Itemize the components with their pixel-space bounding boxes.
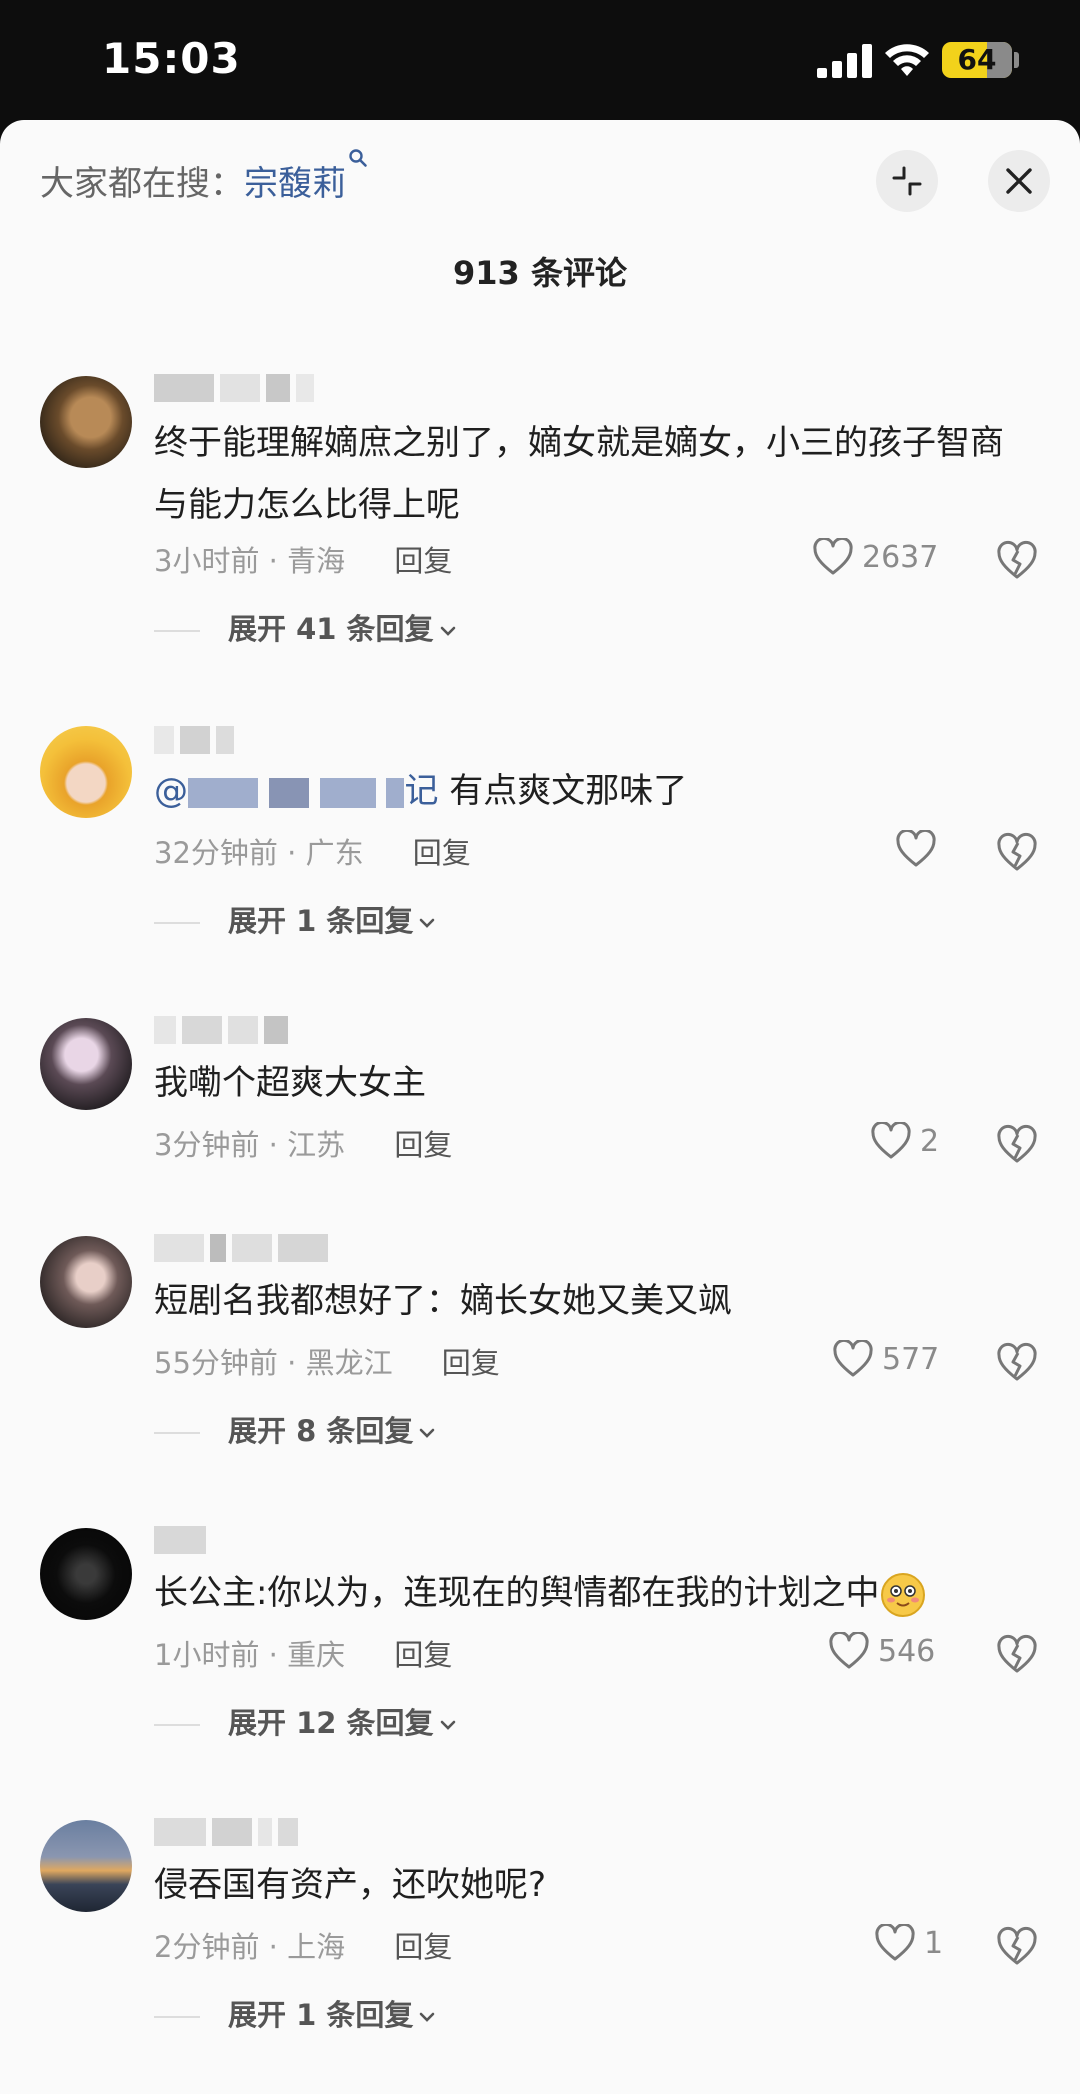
username-blurred[interactable]: [154, 1234, 334, 1274]
expand-replies[interactable]: 展开 12 条回复: [154, 1700, 458, 1742]
chevron-down-icon: [420, 918, 435, 928]
comment-meta: 1小时前 · 重庆 回复: [154, 1638, 453, 1672]
battery-level: 64: [957, 43, 997, 76]
avatar[interactable]: [40, 1018, 132, 1110]
expand-replies[interactable]: 展开 41 条回复: [154, 606, 458, 648]
comment-meta: 3分钟前 · 江苏 回复: [154, 1128, 453, 1162]
expand-replies[interactable]: 展开 1 条回复: [154, 898, 437, 940]
comment-location: 重庆: [287, 1638, 346, 1672]
comment-meta: 55分钟前 · 黑龙江 回复: [154, 1346, 500, 1380]
comment-time: 3分钟前: [154, 1128, 260, 1162]
search-icon: [349, 149, 367, 167]
comment-time: 32分钟前: [154, 836, 278, 870]
status-bar: 15:03 64: [0, 0, 1080, 120]
avatar[interactable]: [40, 376, 132, 468]
like-count: 2: [920, 1123, 940, 1159]
like-button[interactable]: [895, 830, 937, 868]
collapse-button[interactable]: [876, 150, 938, 212]
reply-button[interactable]: 回复: [442, 1346, 500, 1380]
chevron-down-icon: [420, 1428, 435, 1438]
comment-location: 青海: [287, 544, 346, 578]
like-count: 2637: [862, 539, 939, 575]
comment-count: 913 条评论: [453, 254, 627, 292]
avatar[interactable]: [40, 1820, 132, 1912]
heart-icon: [875, 1924, 915, 1961]
trending-search-keyword[interactable]: 宗馥莉: [244, 164, 346, 204]
username-blurred[interactable]: [154, 1818, 304, 1858]
dislike-icon[interactable]: [996, 1634, 1038, 1674]
comment-text: 短剧名我都想好了：嫡长女她又美又飒: [154, 1281, 732, 1321]
expand-replies[interactable]: 展开 8 条回复: [154, 1408, 437, 1450]
dislike-icon[interactable]: [996, 540, 1038, 580]
battery-icon: 64: [942, 42, 1012, 78]
trending-search[interactable]: 大家都在搜：宗馥莉: [40, 149, 368, 214]
comment-location: 江苏: [287, 1128, 346, 1162]
dislike-icon[interactable]: [996, 1124, 1038, 1164]
cellular-signal-icon: [817, 44, 872, 78]
like-button[interactable]: 2: [870, 1122, 939, 1160]
comment-text: 我嘞个超爽大女主: [154, 1063, 426, 1103]
expand-replies[interactable]: 展开 1 条回复: [154, 1992, 437, 2034]
comment-location: 广东: [305, 836, 364, 870]
comment-text: 长公主:你以为，连现在的舆情都在我的计划之中: [154, 1562, 1034, 1624]
comment-text: 终于能理解嫡庶之别了，嫡女就是嫡女，小三的孩子智商与能力怎么比得上呢: [154, 423, 1004, 525]
smile-emoji-icon: [881, 1572, 926, 1617]
username-blurred[interactable]: [154, 374, 320, 414]
like-count: 577: [882, 1341, 940, 1377]
avatar[interactable]: [40, 1236, 132, 1328]
trending-search-prefix: 大家都在搜：: [40, 164, 244, 204]
chevron-down-icon: [440, 1720, 455, 1730]
reply-button[interactable]: 回复: [394, 1128, 452, 1162]
heart-icon: [833, 1340, 873, 1377]
like-button[interactable]: 546: [828, 1632, 935, 1670]
heart-icon: [813, 538, 853, 575]
comment-sheet: 大家都在搜：宗馥莉 913 条评论 终于能理解嫡庶之别了，嫡女就是嫡女，小三的孩…: [0, 120, 1080, 2094]
comment-time: 55分钟前: [154, 1346, 278, 1380]
like-count: 1: [924, 1925, 944, 1961]
avatar[interactable]: [40, 1528, 132, 1620]
comment-time: 1小时前: [154, 1638, 260, 1672]
comment-meta: 2分钟前 · 上海 回复: [154, 1930, 453, 1964]
dislike-icon[interactable]: [996, 832, 1038, 872]
like-button[interactable]: 1: [874, 1924, 943, 1962]
comment-meta: 3小时前 · 青海 回复: [154, 544, 453, 578]
comment-location: 上海: [287, 1930, 346, 1964]
username-blurred[interactable]: [154, 1016, 294, 1056]
heart-icon: [871, 1122, 911, 1159]
chevron-down-icon: [440, 626, 455, 636]
heart-icon: [829, 1632, 869, 1669]
dislike-icon[interactable]: [996, 1926, 1038, 1966]
dislike-icon[interactable]: [996, 1342, 1038, 1382]
reply-button[interactable]: 回复: [394, 1930, 452, 1964]
collapse-icon: [892, 166, 922, 196]
status-time: 15:03: [102, 34, 241, 83]
comment-text: 侵吞国有资产，还吹她呢?: [154, 1865, 547, 1905]
wifi-icon: [885, 44, 929, 76]
comment-meta: 32分钟前 · 广东 回复: [154, 836, 471, 870]
comment-time: 2分钟前: [154, 1930, 260, 1964]
heart-icon: [896, 830, 936, 867]
like-button[interactable]: 577: [832, 1340, 939, 1378]
close-button[interactable]: [988, 150, 1050, 212]
reply-button[interactable]: 回复: [413, 836, 471, 870]
mention-link[interactable]: @ 记: [154, 771, 438, 811]
reply-button[interactable]: 回复: [394, 1638, 452, 1672]
comment-location: 黑龙江: [305, 1346, 393, 1380]
chevron-down-icon: [420, 2012, 435, 2022]
comment-text: @ 记 有点爽文那味了: [154, 771, 688, 811]
avatar[interactable]: [40, 726, 132, 818]
comment-time: 3小时前: [154, 544, 260, 578]
like-button[interactable]: 2637: [812, 538, 938, 576]
username-blurred[interactable]: [154, 1526, 212, 1566]
like-count: 546: [878, 1633, 936, 1669]
close-icon: [1006, 168, 1032, 194]
reply-button[interactable]: 回复: [394, 544, 452, 578]
